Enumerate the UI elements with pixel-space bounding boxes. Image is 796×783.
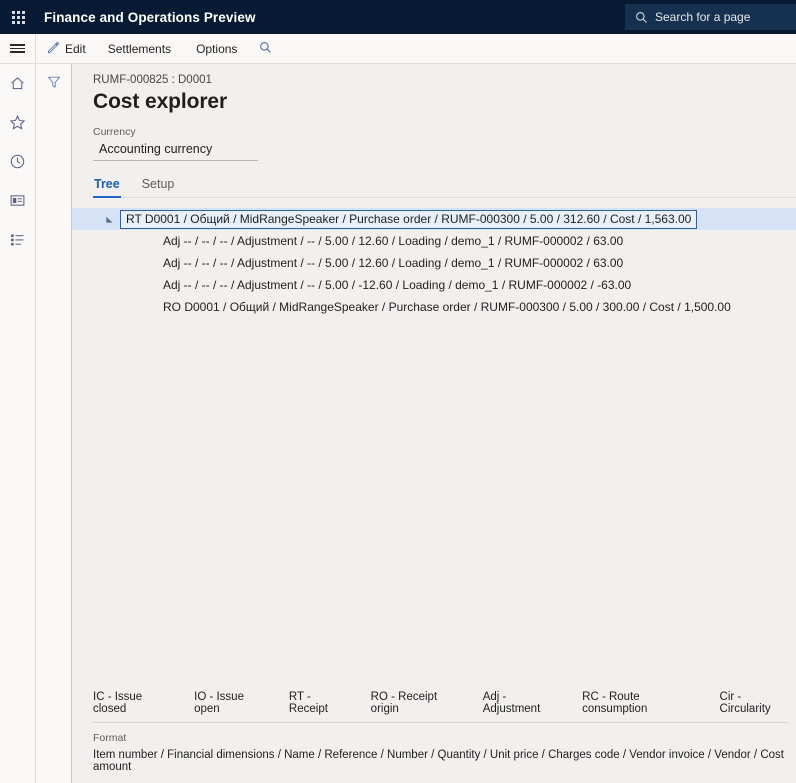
command-search-button[interactable] (248, 34, 283, 63)
tree-row-label: Adj -- / -- / -- / Adjustment / -- / 5.0… (163, 233, 624, 248)
legend-item-rt: RT - Receipt (288, 691, 328, 715)
tree-row-label: Adj -- / -- / -- / Adjustment / -- / 5.0… (163, 255, 624, 270)
tab-setup[interactable]: Setup (141, 175, 176, 197)
sidebar-item-recent[interactable] (6, 152, 30, 176)
app-launcher-grid-icon (11, 10, 25, 24)
global-search-box[interactable]: Search for a page (625, 4, 796, 30)
tree-row[interactable]: Adj -- / -- / -- / Adjustment / -- / 5.0… (72, 230, 796, 252)
legend-item-ic: IC - Issue closed (93, 691, 143, 715)
settlements-button[interactable]: Settlements (97, 34, 182, 63)
settlements-button-label: Settlements (107, 41, 172, 56)
legend-item-ro: RO - Receipt origin (370, 691, 438, 715)
sidebar-item-favorites[interactable] (6, 113, 30, 137)
tree-row[interactable]: RO D0001 / Общий / MidRangeSpeaker / Pur… (72, 296, 796, 318)
top-navigation-bar: Finance and Operations Preview Search fo… (0, 0, 796, 34)
workspace-icon (9, 192, 26, 214)
command-buttons: Edit Settlements Options (36, 34, 283, 63)
format-value: Item number / Financial dimensions / Nam… (93, 749, 784, 773)
legend-footer: IC - Issue closed IO - Issue open RT - R… (72, 691, 796, 783)
clock-icon (9, 153, 26, 175)
options-button-label: Options (196, 41, 238, 56)
tree-row[interactable]: Adj -- / -- / -- / Adjustment / -- / 5.0… (72, 252, 796, 274)
tab-tree[interactable]: Tree (93, 175, 121, 198)
tree-row-label: RO D0001 / Общий / MidRangeSpeaker / Pur… (163, 299, 731, 314)
page-shell: RUMF-000825 : D0001 Cost explorer Curren… (0, 64, 796, 783)
tree-row-label: Adj -- / -- / -- / Adjustment / -- / 5.0… (163, 277, 632, 292)
navigation-rail (0, 64, 36, 783)
format-label: Format (93, 732, 127, 744)
star-icon (9, 114, 26, 136)
command-bar: Edit Settlements Options (0, 34, 796, 64)
home-icon (9, 75, 26, 97)
pencil-edit-icon (47, 41, 60, 57)
edit-button-label: Edit (65, 41, 86, 56)
app-title: Finance and Operations Preview (44, 9, 256, 25)
breadcrumb: RUMF-000825 : D0001 (93, 74, 212, 86)
currency-input[interactable] (93, 140, 258, 161)
expanded-triangle-icon[interactable] (98, 215, 120, 224)
filter-funnel-icon (46, 76, 62, 94)
filter-pane (36, 64, 72, 783)
legend-item-rc: RC - Route consumption (582, 691, 648, 715)
search-icon (635, 11, 648, 24)
legend-item-adj: Adj - Adjustment (482, 691, 541, 715)
cost-explorer-tree: RT D0001 / Общий / MidRangeSpeaker / Pur… (72, 208, 796, 691)
hamburger-menu-button[interactable] (0, 34, 36, 63)
page-header: RUMF-000825 : D0001 Cost explorer (72, 64, 796, 114)
modules-list-icon (9, 231, 26, 253)
tree-row[interactable]: RT D0001 / Общий / MidRangeSpeaker / Pur… (72, 208, 796, 230)
currency-field-group: Currency (93, 126, 258, 161)
search-icon (259, 41, 272, 57)
legend-item-cir: Cir - Circularity (719, 691, 771, 715)
edit-button[interactable]: Edit (36, 34, 97, 63)
main-content: RUMF-000825 : D0001 Cost explorer Curren… (72, 64, 796, 783)
legend-item-io: IO - Issue open (194, 691, 244, 715)
filter-button[interactable] (46, 74, 62, 783)
global-search-placeholder: Search for a page (655, 10, 751, 24)
currency-label: Currency (93, 126, 136, 138)
page-title: Cost explorer (93, 90, 228, 113)
legend-row: IC - Issue closed IO - Issue open RT - R… (93, 691, 788, 723)
sidebar-item-workspaces[interactable] (6, 191, 30, 215)
app-launcher-button[interactable] (0, 0, 36, 34)
options-button[interactable]: Options (185, 34, 248, 63)
tree-row-label: RT D0001 / Общий / MidRangeSpeaker / Pur… (120, 209, 698, 229)
sidebar-item-modules[interactable] (6, 230, 30, 254)
tree-row[interactable]: Adj -- / -- / -- / Adjustment / -- / 5.0… (72, 274, 796, 296)
tab-strip: Tree Setup (93, 175, 796, 198)
hamburger-menu-icon (10, 42, 25, 55)
sidebar-item-home[interactable] (6, 74, 30, 98)
